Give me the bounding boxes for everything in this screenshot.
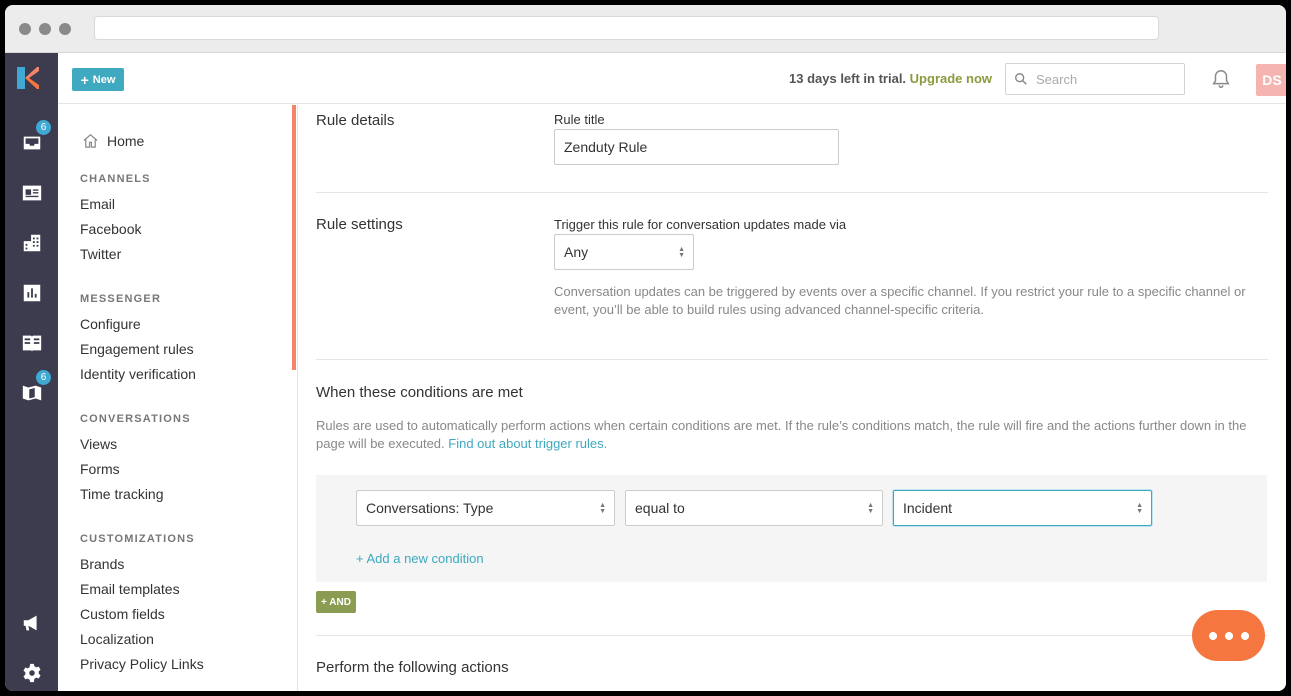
section-divider (316, 635, 1268, 636)
conditions-title: When these conditions are met (316, 384, 523, 401)
trigger-help-text: Conversation updates can be triggered by… (554, 284, 1246, 317)
kayako-logo-icon[interactable] (17, 67, 39, 89)
reports-icon (23, 284, 40, 302)
search-placeholder: Search (1036, 71, 1078, 87)
rail-organizations[interactable] (5, 225, 58, 261)
sidebar-section-channels: CHANNELS (80, 173, 151, 185)
trigger-channel-value: Any (564, 244, 589, 260)
sidebar-item-localization[interactable]: Localization (80, 631, 154, 647)
trial-notice: 13 days left in trial. Upgrade now (789, 71, 992, 86)
sidebar-item-custom-fields[interactable]: Custom fields (80, 606, 165, 622)
browser-chrome (5, 5, 1286, 53)
top-bar: + New 13 days left in trial. Upgrade now… (58, 53, 1286, 104)
new-button[interactable]: + New (72, 68, 124, 91)
rail-inbox[interactable]: 6 (5, 119, 58, 161)
add-condition-link[interactable]: + Add a new condition (356, 551, 484, 566)
select-arrows-icon: ▲ ▼ (678, 246, 685, 259)
sidebar-item-views[interactable]: Views (80, 436, 117, 452)
trigger-label: Trigger this rule for conversation updat… (554, 217, 847, 232)
new-button-label: New (92, 73, 116, 86)
announcements-icon (23, 615, 37, 631)
notifications-bell-icon[interactable] (1210, 68, 1232, 90)
select-arrows-icon: ▲ ▼ (599, 502, 606, 515)
window-minimize-dot[interactable] (39, 23, 51, 35)
sidebar-item-configure[interactable]: Configure (80, 316, 141, 332)
search-input[interactable]: Search (1005, 63, 1185, 95)
sidebar-item-privacy-policy-links[interactable]: Privacy Policy Links (80, 656, 204, 672)
sidebar-item-email-templates[interactable]: Email templates (80, 581, 180, 597)
sidebar-item-time-tracking[interactable]: Time tracking (80, 486, 164, 502)
conditions-description: Rules are used to automatically perform … (316, 417, 1271, 453)
app-window: 6 6 + New 13 days left in trial. Upgrade… (5, 5, 1286, 691)
plus-icon: + (80, 71, 89, 88)
rail-contacts[interactable] (5, 175, 58, 211)
contacts-icon (22, 185, 41, 201)
roadmap-badge: 6 (35, 369, 52, 386)
sidebar-item-twitter[interactable]: Twitter (80, 246, 121, 262)
home-icon (83, 134, 98, 148)
sidebar-item-facebook[interactable]: Facebook (80, 221, 141, 237)
sidebar-item-brands[interactable]: Brands (80, 556, 124, 572)
sidebar-item-identity-verification[interactable]: Identity verification (80, 366, 196, 382)
sidebar-item-email[interactable]: Email (80, 196, 115, 212)
app-rail: 6 6 (5, 53, 58, 691)
condition-value-select[interactable]: Incident ▲ ▼ (893, 490, 1152, 526)
upgrade-link[interactable]: Upgrade now (910, 71, 992, 86)
sidebar-item-home[interactable]: Home (82, 132, 144, 149)
window-close-dot[interactable] (19, 23, 31, 35)
rule-title-input[interactable]: Zenduty Rule (554, 129, 839, 165)
chat-dot-icon (1208, 631, 1217, 640)
rule-title-label: Rule title (554, 112, 605, 127)
window-zoom-dot[interactable] (59, 23, 71, 35)
sidebar-item-forms[interactable]: Forms (80, 461, 120, 477)
messenger-launcher-button[interactable] (1192, 610, 1265, 661)
rule-details-title: Rule details (316, 112, 395, 129)
sidebar-section-conversations: CONVERSATIONS (80, 413, 191, 425)
address-bar[interactable] (94, 16, 1159, 40)
settings-icon (22, 663, 41, 683)
condition-value-value: Incident (903, 500, 953, 516)
trigger-channel-select[interactable]: Any ▲ ▼ (554, 234, 694, 270)
select-arrows-icon: ▲ ▼ (867, 502, 874, 515)
section-divider (316, 192, 1268, 193)
sidebar-section-messenger: MESSENGER (80, 293, 162, 305)
condition-group: Conversations: Type ▲ ▼ equal to ▲ ▼ Incid… (316, 475, 1267, 582)
sidebar-section-customizations: CUSTOMIZATIONS (80, 533, 195, 545)
rail-settings[interactable] (5, 655, 58, 691)
trial-text: 13 days left in trial. (789, 71, 907, 86)
actions-title: Perform the following actions (316, 659, 509, 676)
rail-announcements[interactable] (5, 605, 58, 641)
organizations-icon (23, 234, 40, 252)
user-avatar[interactable]: DS (1256, 64, 1286, 96)
rail-reports[interactable] (5, 275, 58, 311)
rule-editor: Rule details Rule title Zenduty Rule Rul… (298, 105, 1286, 691)
knowledge-base-icon (22, 335, 41, 352)
condition-field-value: Conversations: Type (366, 500, 494, 516)
rail-roadmap[interactable]: 6 (5, 369, 58, 411)
scroll-accent-bar[interactable] (292, 105, 296, 370)
admin-sidebar: Home CHANNELS Email Facebook Twitter MES… (58, 105, 298, 691)
rule-settings-title: Rule settings (316, 216, 403, 233)
add-and-group-button[interactable]: + AND (316, 591, 356, 613)
chat-dot-icon (1240, 631, 1249, 640)
sidebar-item-engagement-rules[interactable]: Engagement rules (80, 341, 194, 357)
chat-dot-icon (1224, 631, 1233, 640)
condition-operator-value: equal to (635, 500, 685, 516)
trigger-rules-help-link[interactable]: Find out about trigger rules. (448, 436, 607, 451)
condition-operator-select[interactable]: equal to ▲ ▼ (625, 490, 883, 526)
select-arrows-icon: ▲ ▼ (1136, 502, 1143, 515)
sidebar-item-label: Home (107, 132, 145, 149)
search-icon (1015, 73, 1027, 85)
condition-field-select[interactable]: Conversations: Type ▲ ▼ (356, 490, 615, 526)
rail-knowledge-base[interactable] (5, 325, 58, 361)
inbox-badge: 6 (35, 119, 52, 136)
section-divider (316, 359, 1268, 360)
